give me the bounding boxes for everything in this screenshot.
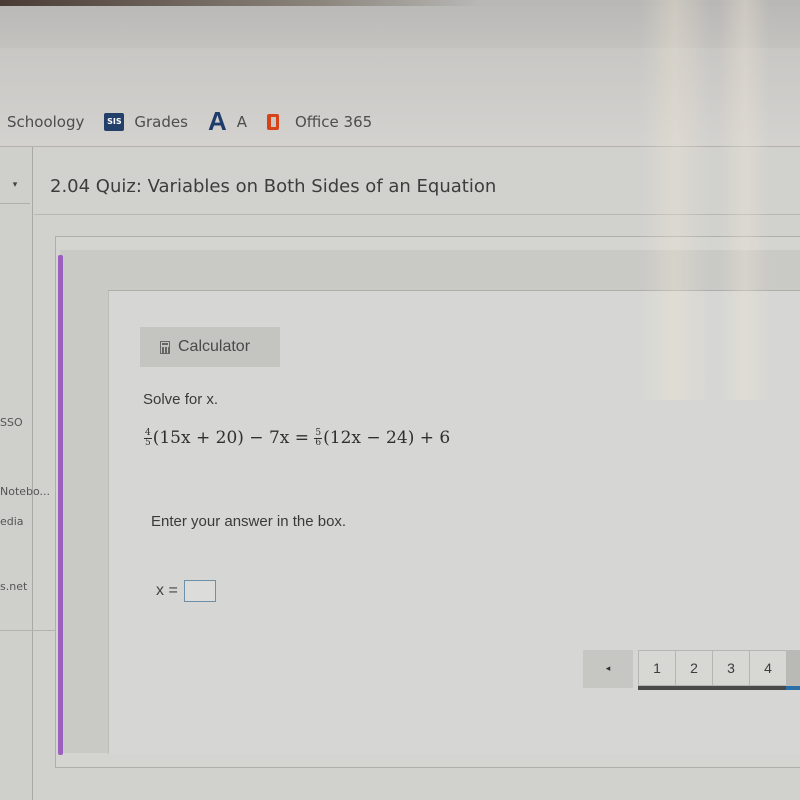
fraction-numerator: 5: [314, 427, 323, 439]
previous-question-button[interactable]: ◂: [583, 650, 633, 688]
bookmark-label: Schoology: [7, 112, 85, 131]
sidebar-link-net[interactable]: s.net: [0, 580, 27, 593]
question-prompt: Solve for x.: [143, 391, 219, 408]
sidebar-toggle[interactable]: ▾: [0, 167, 30, 204]
sidebar-divider: [0, 630, 55, 631]
bookmark-label: A: [236, 112, 247, 131]
page-list: 1 2 3 4: [638, 650, 786, 690]
bookmark-a[interactable]: A A: [208, 106, 247, 137]
equation-rhs: (12x − 24) + 6: [323, 428, 451, 448]
bookmark-office-365[interactable]: Office 365: [266, 112, 373, 132]
answer-instruction: Enter your answer in the box.: [151, 513, 347, 530]
equation-lhs: (15x + 20) − 7x =: [152, 428, 315, 448]
page-button-4[interactable]: 4: [749, 650, 786, 686]
sidebar: [0, 147, 33, 800]
answer-row: x =: [156, 580, 216, 602]
page-button-2[interactable]: 2: [675, 650, 712, 686]
page-button-next[interactable]: [786, 650, 800, 690]
browser-toolbar: [0, 0, 800, 48]
fraction-denominator: 6: [315, 437, 322, 448]
calculator-icon: [160, 340, 170, 354]
accent-bar: [58, 255, 63, 755]
answer-label: x =: [156, 582, 178, 599]
answer-input[interactable]: [183, 580, 216, 602]
bookmark-label: Office 365: [294, 112, 373, 131]
office-icon: [266, 112, 281, 132]
sidebar-link-sso[interactable]: SSO: [0, 416, 23, 429]
question-pagination: ◂ 1 2 3 4: [583, 650, 800, 690]
page-button-1[interactable]: 1: [638, 650, 675, 686]
title-divider: [34, 214, 800, 215]
fraction-four-fifths: 4 5: [144, 427, 152, 448]
chevron-down-icon: ▾: [12, 180, 18, 190]
bookmarks-bar: Schoology SIS Grades A A Office 365: [0, 48, 800, 147]
chevron-left-icon: ◂: [605, 664, 611, 674]
equation: 4 5 (15x + 20) − 7x = 5 6 (12x − 24) + 6: [144, 428, 450, 448]
calculator-button[interactable]: Calculator: [140, 327, 280, 367]
sidebar-link-notebook[interactable]: Notebo...: [0, 485, 50, 498]
sidebar-link-media[interactable]: edia: [0, 515, 24, 528]
fraction-five-sixths: 5 6: [314, 427, 323, 448]
a-logo-icon: A: [207, 106, 227, 136]
fraction-denominator: 5: [145, 437, 151, 448]
page-button-3[interactable]: 3: [712, 650, 749, 686]
screen-bezel: [0, 0, 800, 6]
bookmark-label: Grades: [134, 112, 188, 131]
bookmark-schoology[interactable]: Schoology: [7, 113, 84, 131]
page-title: 2.04 Quiz: Variables on Both Sides of an…: [50, 176, 497, 197]
bookmark-grades[interactable]: SIS Grades: [104, 112, 188, 131]
fraction-numerator: 4: [144, 427, 152, 439]
calculator-label: Calculator: [178, 338, 251, 355]
sis-icon: SIS: [104, 112, 125, 131]
